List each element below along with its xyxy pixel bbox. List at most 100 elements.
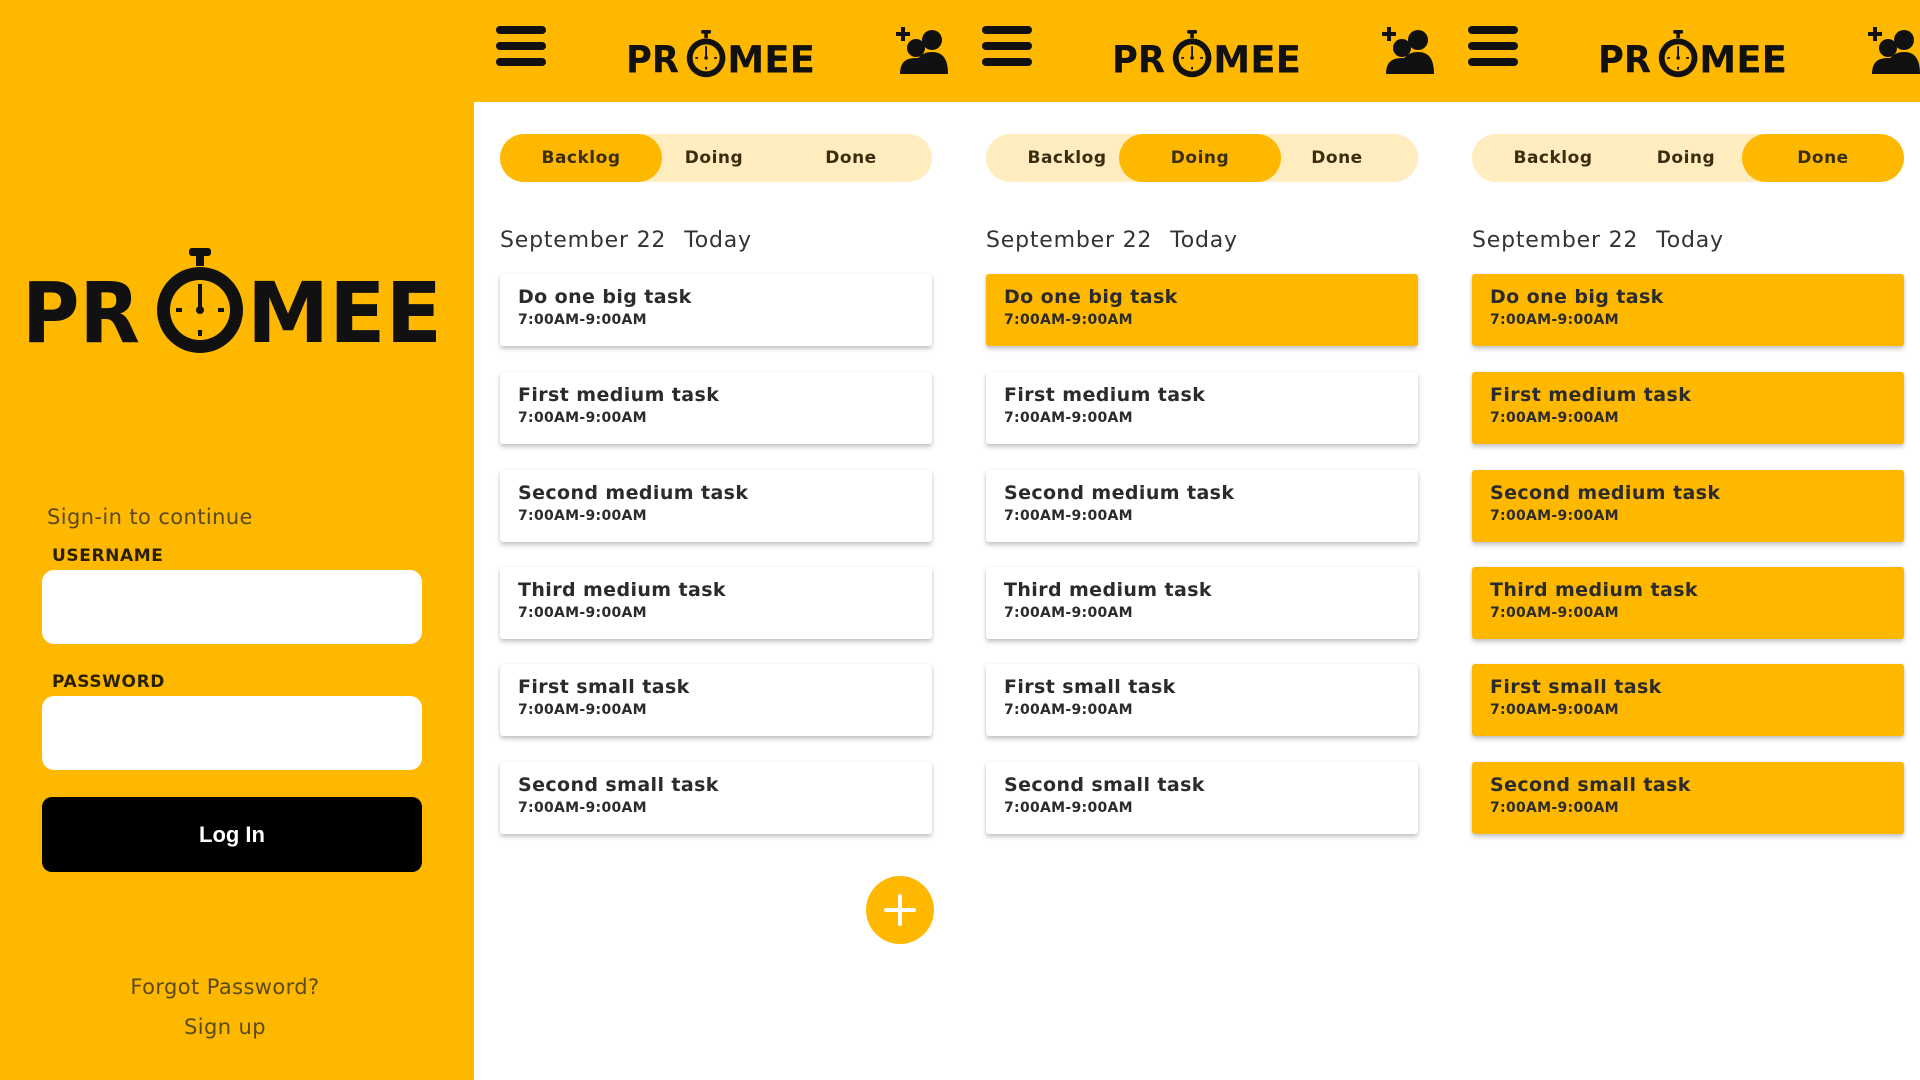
stopwatch-icon [1658,30,1698,78]
user-plus-icon [1868,27,1920,74]
task-title: Third medium task [518,579,726,601]
task-time: 7:00AM-9:00AM [1490,312,1619,328]
task-time: 7:00AM-9:00AM [1004,508,1133,524]
logo-letters-right: MEE [247,264,442,358]
task-title: Third medium task [1004,579,1212,601]
top-bar: PR MEE [960,0,1446,102]
logo-letters-left: PR [1598,37,1651,79]
logo-letters-right: MEE [727,37,815,79]
task-time: 7:00AM-9:00AM [518,605,647,621]
task-title: First medium task [1004,384,1206,406]
date-header: September 22 Today [500,228,752,253]
task-title: First small task [1004,676,1176,698]
promee-logo-svg: PR MEE [626,30,815,81]
task-card[interactable]: Do one big task 7:00AM-9:00AM [500,274,932,346]
logo-letters-right: MEE [1699,37,1787,79]
date-label: September 22 [500,228,667,253]
task-card[interactable]: First medium task 7:00AM-9:00AM [986,372,1418,444]
task-card[interactable]: Second small task 7:00AM-9:00AM [986,762,1418,834]
task-title: First medium task [518,384,720,406]
task-title: Second medium task [1004,482,1235,504]
task-card[interactable]: First small task 7:00AM-9:00AM [500,664,932,736]
date-label: September 22 [986,228,1153,253]
hamburger-menu-icon[interactable] [1468,26,1518,74]
today-label: Today [684,228,752,253]
promee-logo: PR MEE [1598,30,1787,84]
task-card[interactable]: Second medium task 7:00AM-9:00AM [986,470,1418,542]
task-card[interactable]: First small task 7:00AM-9:00AM [986,664,1418,736]
promee-logo-svg: PR MEE [1598,30,1787,81]
today-label: Today [1656,228,1724,253]
task-title: Second small task [1490,774,1691,796]
task-card[interactable]: Third medium task 7:00AM-9:00AM [500,567,932,639]
task-time: 7:00AM-9:00AM [1004,800,1133,816]
task-title: Second medium task [518,482,749,504]
promee-logo: PR MEE [22,248,442,362]
task-time: 7:00AM-9:00AM [518,702,647,718]
task-time: 7:00AM-9:00AM [518,508,647,524]
task-title: Second medium task [1490,482,1721,504]
task-card[interactable]: Second medium task 7:00AM-9:00AM [500,470,932,542]
task-card[interactable]: Second small task 7:00AM-9:00AM [1472,762,1904,834]
date-header: September 22 Today [1472,228,1724,253]
tab-done[interactable]: Done [1256,134,1418,182]
username-field[interactable] [42,570,422,644]
task-card[interactable]: Third medium task 7:00AM-9:00AM [986,567,1418,639]
task-time: 7:00AM-9:00AM [1004,702,1133,718]
promee-logo: PR MEE [626,30,815,84]
task-time: 7:00AM-9:00AM [1004,605,1133,621]
task-title: Do one big task [1004,286,1178,308]
task-title: Do one big task [518,286,692,308]
task-time: 7:00AM-9:00AM [1490,410,1619,426]
task-title: Do one big task [1490,286,1664,308]
task-card[interactable]: Third medium task 7:00AM-9:00AM [1472,567,1904,639]
password-label: PASSWORD [52,672,165,692]
task-time: 7:00AM-9:00AM [518,410,647,426]
add-task-button[interactable] [866,876,934,944]
task-card[interactable]: Second small task 7:00AM-9:00AM [500,762,932,834]
forgot-password-link[interactable]: Forgot Password? [0,975,450,999]
user-plus-icon [1382,27,1434,74]
status-tabs: Backlog Doing Done [986,134,1418,182]
task-time: 7:00AM-9:00AM [1490,702,1619,718]
add-user-button[interactable] [1378,24,1434,80]
task-card[interactable]: First medium task 7:00AM-9:00AM [1472,372,1904,444]
task-title: Second small task [518,774,719,796]
logo-letters-left: PR [1112,37,1165,79]
task-card[interactable]: First medium task 7:00AM-9:00AM [500,372,932,444]
login-button[interactable]: Log In [42,797,422,872]
status-tabs: Backlog Doing Done [1472,134,1904,182]
logo-letters-right: MEE [1213,37,1301,79]
task-card[interactable]: Do one big task 7:00AM-9:00AM [1472,274,1904,346]
task-time: 7:00AM-9:00AM [518,800,647,816]
date-label: September 22 [1472,228,1639,253]
task-card[interactable]: Do one big task 7:00AM-9:00AM [986,274,1418,346]
today-label: Today [1170,228,1238,253]
task-card[interactable]: First small task 7:00AM-9:00AM [1472,664,1904,736]
user-plus-icon [896,27,948,74]
signin-subtitle: Sign-in to continue [47,505,253,529]
password-field[interactable] [42,696,422,770]
logo-letters-left: PR [22,264,140,358]
date-header: September 22 Today [986,228,1238,253]
add-user-button[interactable] [1864,24,1920,80]
task-card[interactable]: Second medium task 7:00AM-9:00AM [1472,470,1904,542]
stopwatch-icon [1172,30,1212,78]
hamburger-menu-icon[interactable] [982,26,1032,74]
tab-done[interactable]: Done [770,134,932,182]
task-time: 7:00AM-9:00AM [1490,508,1619,524]
logo-letters-left: PR [626,37,679,79]
login-panel: PR MEE Sign-in to continue USERNAME PASS… [0,0,474,1080]
task-title: First small task [518,676,690,698]
task-time: 7:00AM-9:00AM [1490,605,1619,621]
sign-up-link[interactable]: Sign up [0,1015,450,1039]
promee-logo-svg: PR MEE [22,248,442,362]
add-user-button[interactable] [892,24,948,80]
stopwatch-icon [157,248,243,353]
hamburger-menu-icon[interactable] [496,26,546,74]
tab-done[interactable]: Done [1742,134,1904,182]
top-bar: PR MEE [1446,0,1920,102]
task-time: 7:00AM-9:00AM [1490,800,1619,816]
screen-doing: PR MEE Backlog Doing Done September 22 T… [960,0,1446,1080]
task-title: First small task [1490,676,1662,698]
